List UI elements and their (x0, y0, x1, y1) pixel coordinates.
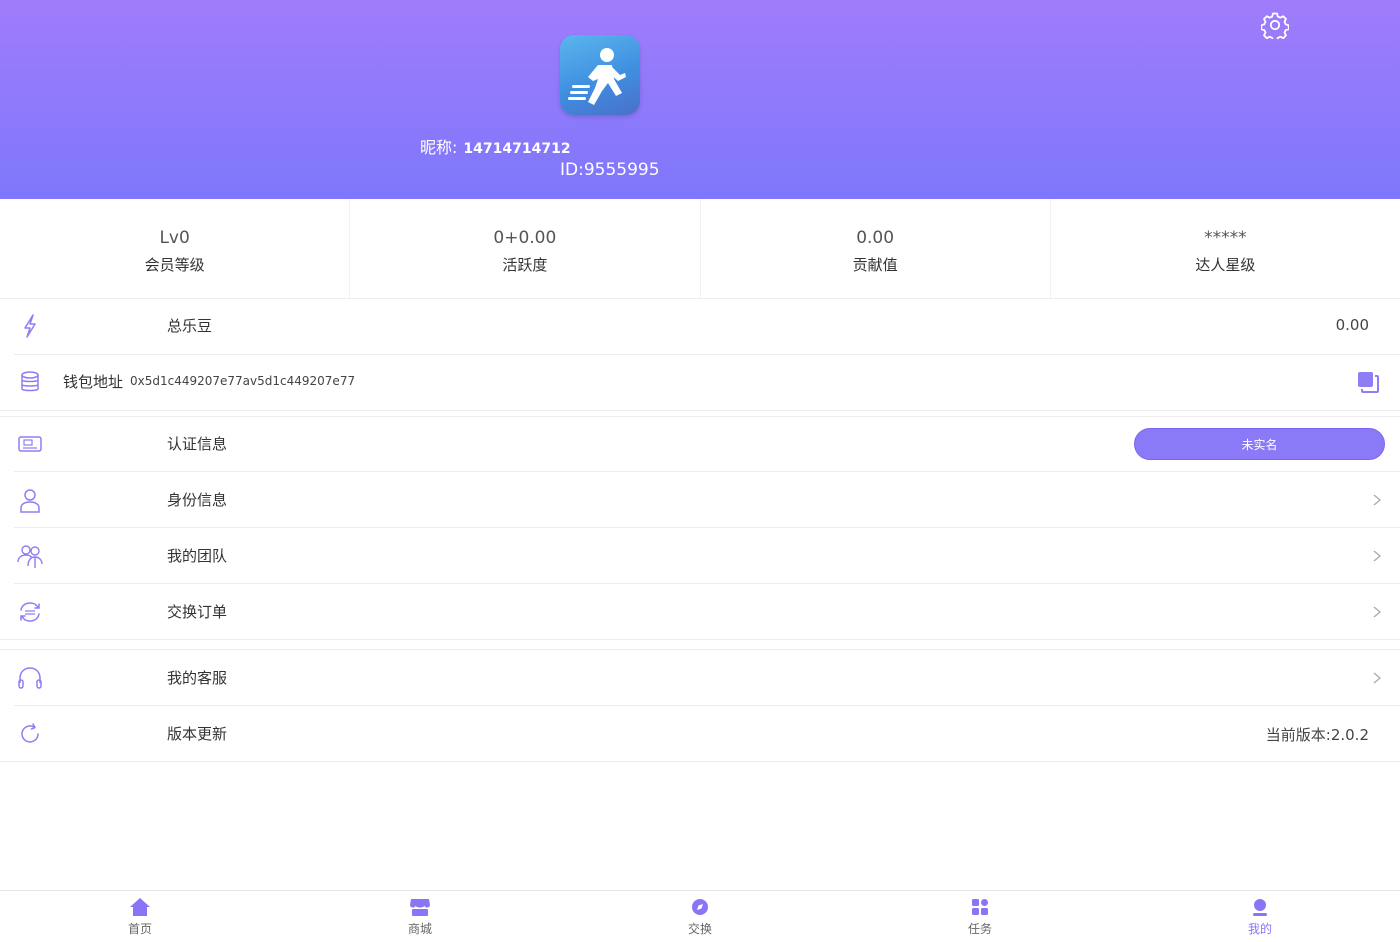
lightning-icon (24, 314, 36, 338)
update-label: 版本更新 (167, 725, 228, 743)
nav-label: 首页 (127, 922, 152, 936)
store-icon (410, 899, 430, 916)
nav-label: 商城 (407, 922, 432, 936)
balance-row[interactable]: 总乐豆 0.00 (0, 298, 1400, 354)
stat-label: 贡献值 (852, 256, 898, 274)
stat-label: 达人星级 (1195, 256, 1256, 274)
exchange-icon (692, 899, 708, 915)
nav-store[interactable]: 商城 (280, 891, 560, 942)
stat-value: ***** (1204, 228, 1247, 248)
swap-icon (20, 602, 40, 622)
nav-label: 交换 (687, 922, 712, 936)
service-row[interactable]: 我的客服 (0, 650, 1400, 706)
grid-icon (972, 899, 988, 915)
identity-label: 身份信息 (167, 491, 228, 509)
runner-icon (568, 48, 626, 105)
bottom-nav: 首页 商城 交换 任务 我的 (0, 890, 1400, 942)
stat-value: Lv0 (159, 228, 190, 248)
chevron-right-icon (1373, 550, 1382, 562)
identity-row[interactable]: 身份信息 (0, 472, 1400, 528)
nav-home[interactable]: 首页 (0, 891, 280, 942)
person-icon (20, 489, 40, 513)
team-row[interactable]: 我的团队 (0, 528, 1400, 584)
refresh-icon (21, 723, 39, 743)
wallet-address: 0x5d1c449207e77av5d1c449207e77 (130, 374, 356, 388)
stat-label: 活跃度 (502, 256, 548, 274)
profile-header: 昵称: 14714714712 ID:9555995 (0, 0, 1400, 199)
divider (0, 639, 1400, 640)
service-label: 我的客服 (167, 669, 228, 687)
divider (0, 761, 1400, 762)
database-icon (21, 371, 39, 392)
balance-label: 总乐豆 (167, 317, 213, 335)
auth-label: 认证信息 (167, 435, 228, 453)
stat-member-level[interactable]: Lv0 会员等级 (0, 199, 351, 298)
auth-row[interactable]: 认证信息 未实名 (0, 416, 1400, 472)
nickname-value: 14714714712 (463, 141, 571, 157)
stat-value: 0+0.00 (493, 228, 557, 248)
home-icon (130, 898, 150, 916)
divider (0, 410, 1400, 411)
settings-icon[interactable] (1261, 11, 1289, 39)
chevron-right-icon (1373, 494, 1382, 506)
id-card-icon (18, 436, 42, 452)
nickname: 昵称: 14714714712 (420, 134, 571, 158)
balance-value: 0.00 (1335, 316, 1369, 334)
stat-activity[interactable]: 0+0.00 活跃度 (350, 199, 701, 298)
nav-tasks[interactable]: 任务 (840, 891, 1120, 942)
wallet-label: 钱包地址 (63, 373, 124, 391)
user-id: ID:9555995 (560, 160, 660, 180)
verify-status-button[interactable]: 未实名 (1134, 428, 1385, 460)
stat-label: 会员等级 (144, 256, 205, 274)
chevron-right-icon (1373, 672, 1382, 684)
user-icon (1253, 899, 1267, 916)
update-row[interactable]: 版本更新 当前版本:2.0.2 (0, 706, 1400, 762)
stats-bar: Lv0 会员等级 0+0.00 活跃度 0.00 贡献值 ***** 达人星级 (0, 199, 1400, 299)
headphones-icon (18, 667, 42, 689)
stat-value: 0.00 (856, 228, 895, 248)
copy-icon[interactable] (1356, 370, 1380, 394)
nav-mine[interactable]: 我的 (1120, 891, 1400, 942)
wallet-row[interactable]: 钱包地址 0x5d1c449207e77av5d1c449207e77 (0, 354, 1400, 410)
orders-row[interactable]: 交换订单 (0, 584, 1400, 640)
version-text: 当前版本:2.0.2 (1265, 726, 1369, 744)
team-icon (17, 545, 43, 568)
nickname-label: 昵称: (420, 138, 458, 157)
orders-label: 交换订单 (167, 603, 228, 621)
chevron-right-icon (1373, 606, 1382, 618)
stat-contribution[interactable]: 0.00 贡献值 (701, 199, 1051, 298)
nav-label: 我的 (1247, 922, 1272, 936)
stat-star-level[interactable]: ***** 达人星级 (1051, 199, 1400, 298)
team-label: 我的团队 (167, 547, 228, 565)
avatar[interactable] (560, 35, 640, 115)
nav-exchange[interactable]: 交换 (560, 891, 840, 942)
nav-label: 任务 (967, 922, 992, 936)
